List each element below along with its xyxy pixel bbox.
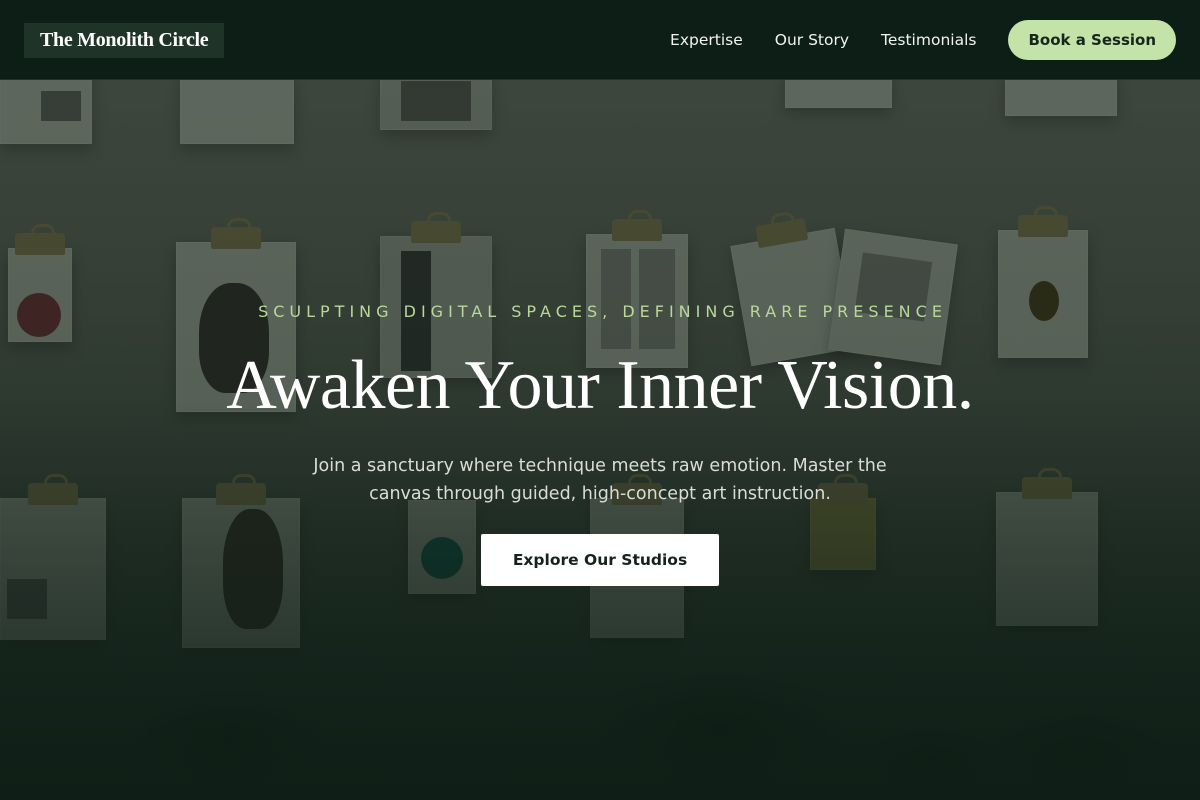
- hero-eyebrow: SCULPTING DIGITAL SPACES, DEFINING RARE …: [258, 302, 947, 321]
- hero-headline: Awaken Your Inner Vision.: [226, 347, 974, 424]
- nav-link-expertise[interactable]: Expertise: [670, 31, 743, 49]
- nav-link-our-story[interactable]: Our Story: [775, 31, 849, 49]
- landing-page: The Monolith Circle Expertise Our Story …: [0, 0, 1200, 800]
- explore-studios-button[interactable]: Explore Our Studios: [480, 534, 720, 586]
- nav-link-testimonials[interactable]: Testimonials: [881, 31, 976, 49]
- hero-section: SCULPTING DIGITAL SPACES, DEFINING RARE …: [0, 300, 1200, 586]
- book-session-button[interactable]: Book a Session: [1008, 20, 1176, 60]
- site-header: The Monolith Circle Expertise Our Story …: [0, 0, 1200, 80]
- main-nav: Expertise Our Story Testimonials Book a …: [670, 20, 1176, 60]
- brand-logo[interactable]: The Monolith Circle: [24, 23, 225, 58]
- hero-subtext: Join a sanctuary where technique meets r…: [313, 456, 887, 504]
